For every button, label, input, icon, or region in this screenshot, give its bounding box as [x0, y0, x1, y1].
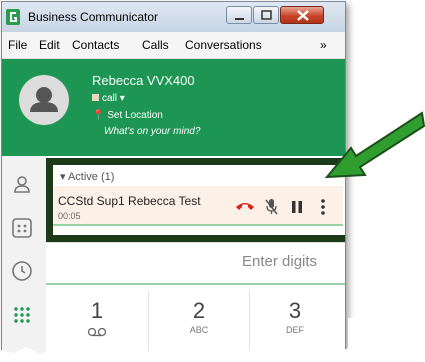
menu-more-chevron[interactable]: » [320, 38, 327, 52]
highlight-box [46, 158, 345, 242]
app-logo-icon [6, 9, 20, 25]
app-window: Business Communicator File Edit Contacts… [1, 1, 346, 359]
dial-input-underline [46, 283, 345, 285]
dialpad-icon[interactable] [10, 216, 34, 240]
avatar[interactable] [19, 75, 69, 125]
divider [46, 242, 345, 243]
maximize-button[interactable] [253, 6, 279, 24]
menu-edit[interactable]: Edit [39, 38, 60, 52]
close-icon [297, 10, 309, 21]
menu-bar: File Edit Contacts Calls Conversations » [2, 32, 345, 59]
title-bar[interactable]: Business Communicator [2, 2, 345, 32]
close-button[interactable] [280, 6, 324, 24]
user-header: Rebecca VVX400 call ▾ 📍 Set Location Wha… [2, 59, 345, 156]
history-clock-icon[interactable] [10, 259, 34, 283]
mood-message[interactable]: What's on your mind? [104, 126, 200, 137]
minimize-button[interactable] [226, 6, 252, 24]
menu-conversations[interactable]: Conversations [185, 38, 262, 52]
menu-file[interactable]: File [8, 38, 27, 52]
window-title: Business Communicator [28, 10, 159, 24]
set-location-label: Set Location [107, 110, 163, 121]
maximize-icon [261, 10, 272, 20]
menu-calls[interactable]: Calls [142, 38, 169, 52]
presence-status[interactable]: call ▾ [92, 93, 125, 104]
user-silhouette-icon [30, 87, 58, 112]
torn-edge [0, 318, 425, 362]
callout-arrow-icon [324, 111, 425, 179]
location-pin-icon: 📍 [92, 110, 105, 121]
menu-contacts[interactable]: Contacts [72, 38, 119, 52]
set-location[interactable]: 📍 Set Location [92, 110, 163, 121]
dial-input[interactable]: Enter digits [242, 253, 317, 270]
user-name: Rebecca VVX400 [92, 73, 195, 88]
presence-status-label: call ▾ [102, 93, 125, 104]
presence-indicator-icon [92, 94, 99, 101]
minimize-icon [235, 18, 244, 20]
contacts-icon[interactable] [10, 172, 34, 196]
